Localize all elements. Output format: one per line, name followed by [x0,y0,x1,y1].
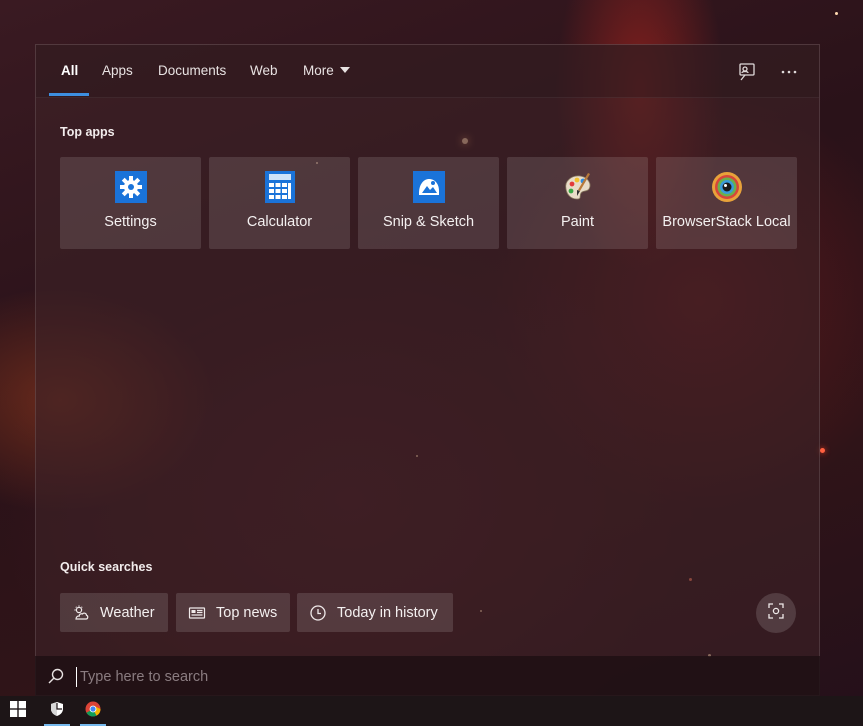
app-tile-settings[interactable]: Settings [60,157,201,249]
app-label-snip-sketch: Snip & Sketch [382,214,475,230]
weather-icon [72,604,90,622]
tab-more[interactable]: More [303,63,350,78]
app-label-settings: Settings [104,214,157,230]
tab-apps[interactable]: Apps [102,63,133,78]
search-icon [47,667,65,685]
app-tile-snip-sketch[interactable]: Snip & Sketch [358,157,499,249]
paint-palette-icon [562,171,594,203]
top-apps-heading: Top apps [60,125,115,139]
windows-start-icon [10,700,26,722]
quick-search-weather-label: Weather [100,604,155,621]
quick-search-today-in-history-label: Today in history [337,604,438,621]
taskbar-windows-security[interactable] [40,696,74,726]
chevron-down-icon [339,67,350,74]
more-options-icon[interactable] [778,61,800,83]
tab-more-label: More [303,63,334,78]
tab-all[interactable]: All [61,63,78,78]
search-bar [35,656,820,696]
tab-web[interactable]: Web [250,63,278,78]
chrome-icon [85,701,101,722]
taskbar [0,696,863,726]
camera-scan-icon [767,602,785,625]
quick-search-top-news[interactable]: Top news [176,593,290,632]
app-label-paint: Paint [560,214,595,230]
calculator-icon [264,171,296,203]
gear-icon [114,171,147,203]
start-button[interactable] [1,696,35,726]
app-tile-browserstack-local[interactable]: BrowserStack Local [656,157,797,249]
taskbar-chrome[interactable] [76,696,110,726]
news-icon [188,604,206,622]
star-decoration [820,448,825,453]
tab-documents[interactable]: Documents [158,63,226,78]
search-input[interactable] [78,664,682,690]
app-label-calculator: Calculator [246,214,313,230]
feedback-icon[interactable] [736,61,758,83]
quick-searches-heading: Quick searches [60,560,153,574]
quick-search-top-news-label: Top news [216,604,278,621]
snip-sketch-icon [412,171,445,203]
search-tabs-bar: All Apps Documents Web More [36,45,819,98]
app-label-browserstack-local: BrowserStack Local [662,214,791,230]
text-cursor [76,667,77,687]
visual-search-button[interactable] [756,593,796,633]
browserstack-icon [711,171,743,203]
quick-search-today-in-history[interactable]: Today in history [297,593,453,632]
star-decoration [835,12,838,15]
active-tab-indicator [49,93,89,96]
clock-icon [309,604,327,622]
windows-security-icon [49,701,65,722]
quick-search-weather[interactable]: Weather [60,593,168,632]
search-panel: All Apps Documents Web More Top apps Set… [35,44,820,696]
app-tile-calculator[interactable]: Calculator [209,157,350,249]
app-tile-paint[interactable]: Paint [507,157,648,249]
